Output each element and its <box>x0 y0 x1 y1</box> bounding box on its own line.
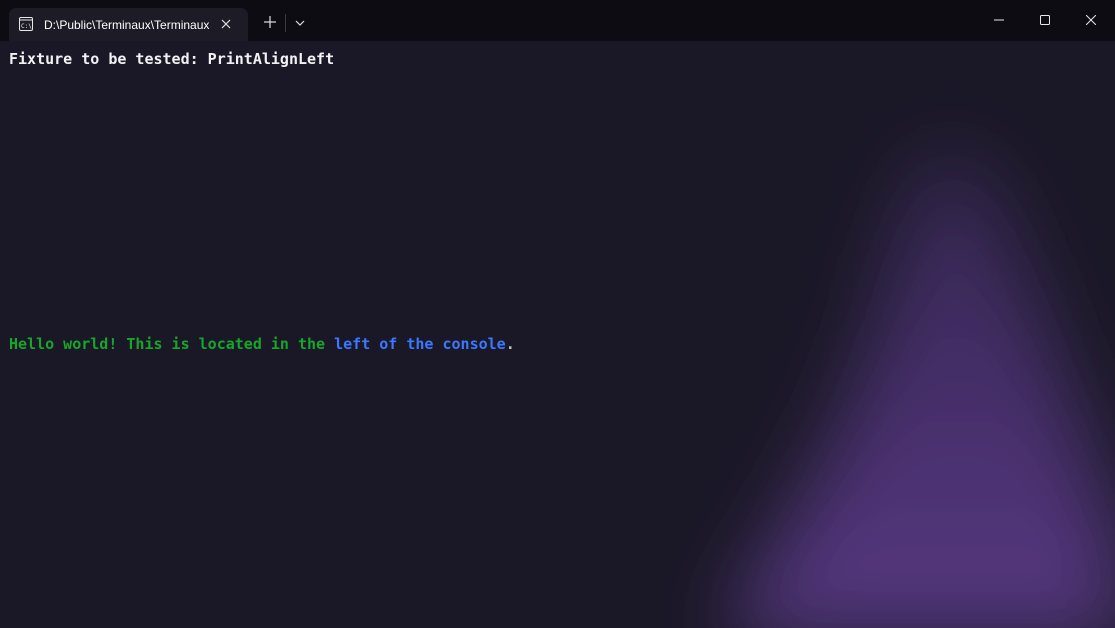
new-tab-button[interactable] <box>260 12 280 32</box>
close-window-button[interactable] <box>1068 0 1114 41</box>
minimize-button[interactable] <box>976 0 1022 41</box>
hello-world-text: Hello world! This is located in the <box>9 335 335 353</box>
title-bar: C:\ D:\Public\Terminaux\Terminaux <box>0 0 1115 41</box>
console-icon: C:\ <box>19 17 33 31</box>
maximize-button[interactable] <box>1022 0 1068 41</box>
svg-text:C:\: C:\ <box>21 23 32 30</box>
maximize-icon <box>1040 15 1050 25</box>
left-of-console-text: left of the console <box>334 335 506 353</box>
hello-world-line: Hello world! This is located in the left… <box>9 335 515 353</box>
tab-dropdown-button[interactable] <box>291 13 309 33</box>
terminal-window: C:\ D:\Public\Terminaux\Terminaux Fixtur… <box>0 0 1115 628</box>
period-text: . <box>505 335 515 353</box>
tab-title: D:\Public\Terminaux\Terminaux <box>44 18 210 32</box>
close-tab-icon[interactable] <box>219 17 233 31</box>
fixture-line: Fixture to be tested: PrintAlignLeft <box>9 50 335 68</box>
active-tab[interactable]: C:\ D:\Public\Terminaux\Terminaux <box>9 8 248 41</box>
close-icon <box>1086 15 1096 25</box>
minimize-icon <box>994 19 1004 21</box>
tab-separator <box>285 14 286 32</box>
terminal-output[interactable]: Fixture to be tested: PrintAlignLeft Hel… <box>0 41 1115 628</box>
